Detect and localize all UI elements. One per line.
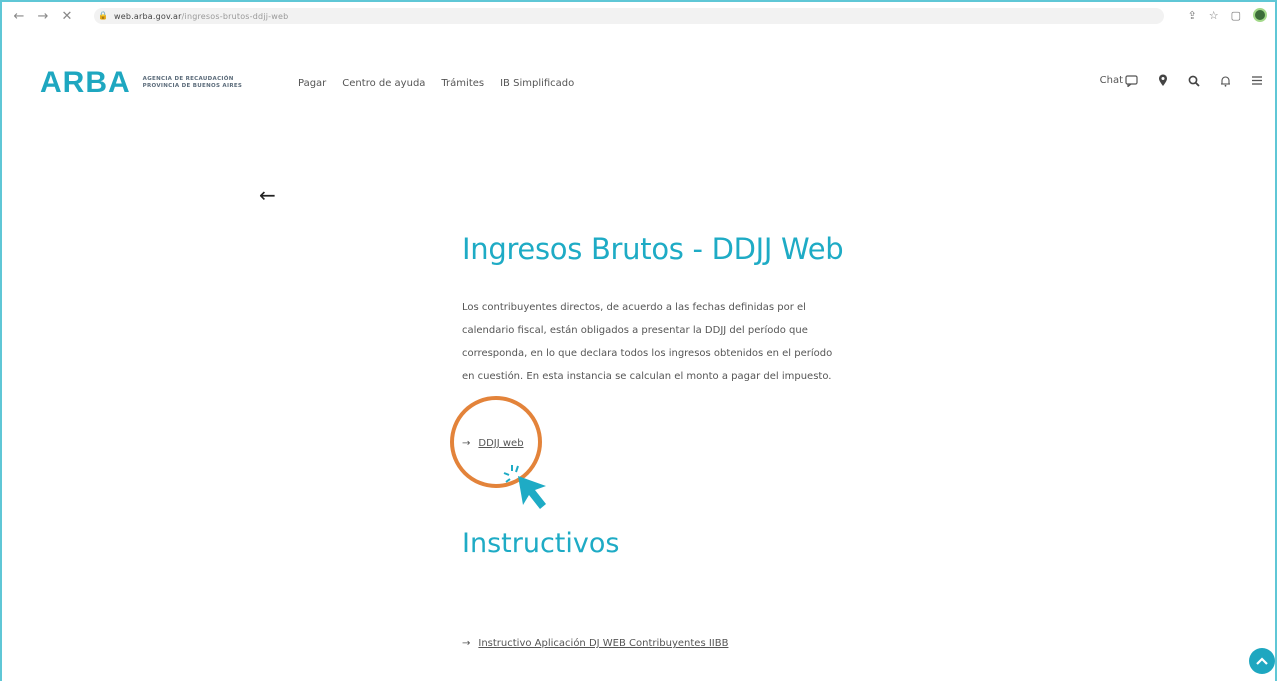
browser-forward-icon[interactable]: →	[36, 9, 50, 24]
location-icon[interactable]	[1158, 74, 1168, 87]
logo-subtitle: AGENCIA DE RECAUDACIÓN PROVINCIA DE BUEN…	[142, 76, 243, 89]
bell-icon[interactable]	[1220, 75, 1231, 87]
menu-item-ib-simplificado[interactable]: IB Simplificado	[500, 78, 574, 89]
browser-toolbar: ← → ✕ 🔒 web.arba.gov.ar/ingresos-brutos-…	[2, 2, 1275, 30]
chat-icon	[1125, 74, 1138, 87]
hamburger-icon[interactable]	[1251, 75, 1263, 86]
main-menu: Pagar Centro de ayuda Trámites IB Simpli…	[298, 78, 574, 89]
lock-icon: 🔒	[98, 11, 108, 20]
link-arrow-icon: →	[462, 638, 471, 649]
back-arrow-icon[interactable]: ←	[259, 183, 276, 207]
browser-back-icon[interactable]: ←	[12, 9, 26, 24]
page-title: Ingresos Brutos - DDJJ Web	[462, 232, 844, 266]
arba-logo[interactable]: ARBA AGENCIA DE RECAUDACIÓN PROVINCIA DE…	[40, 68, 242, 98]
cursor-icon	[503, 465, 546, 509]
scroll-top-icon	[1256, 657, 1268, 665]
bookmark-star-icon[interactable]: ☆	[1209, 9, 1219, 22]
menu-item-pagar[interactable]: Pagar	[298, 78, 326, 89]
scroll-top-button[interactable]	[1249, 648, 1275, 674]
search-icon[interactable]	[1188, 75, 1200, 87]
header-tools: Chat	[1100, 74, 1263, 87]
menu-item-centro-de-ayuda[interactable]: Centro de ayuda	[342, 78, 425, 89]
chat-button[interactable]: Chat	[1100, 74, 1138, 87]
window-icon[interactable]: ▢	[1231, 9, 1241, 22]
instructivos-title: Instructivos	[462, 528, 620, 559]
url-text: web.arba.gov.ar/ingresos-brutos-ddjj-web	[114, 11, 289, 21]
logo-text: ARBA	[40, 66, 131, 99]
instructivo-link-row: → Instructivo Aplicación DJ WEB Contribu…	[462, 638, 728, 649]
share-icon[interactable]: ⇪	[1188, 9, 1197, 22]
browser-stop-icon[interactable]: ✕	[60, 9, 74, 24]
menu-item-tramites[interactable]: Trámites	[441, 78, 484, 89]
profile-avatar[interactable]	[1253, 8, 1267, 22]
address-bar[interactable]: 🔒 web.arba.gov.ar/ingresos-brutos-ddjj-w…	[94, 8, 1164, 24]
instructivo-link[interactable]: Instructivo Aplicación DJ WEB Contribuye…	[478, 638, 728, 649]
intro-paragraph: Los contribuyentes directos, de acuerdo …	[462, 302, 833, 382]
